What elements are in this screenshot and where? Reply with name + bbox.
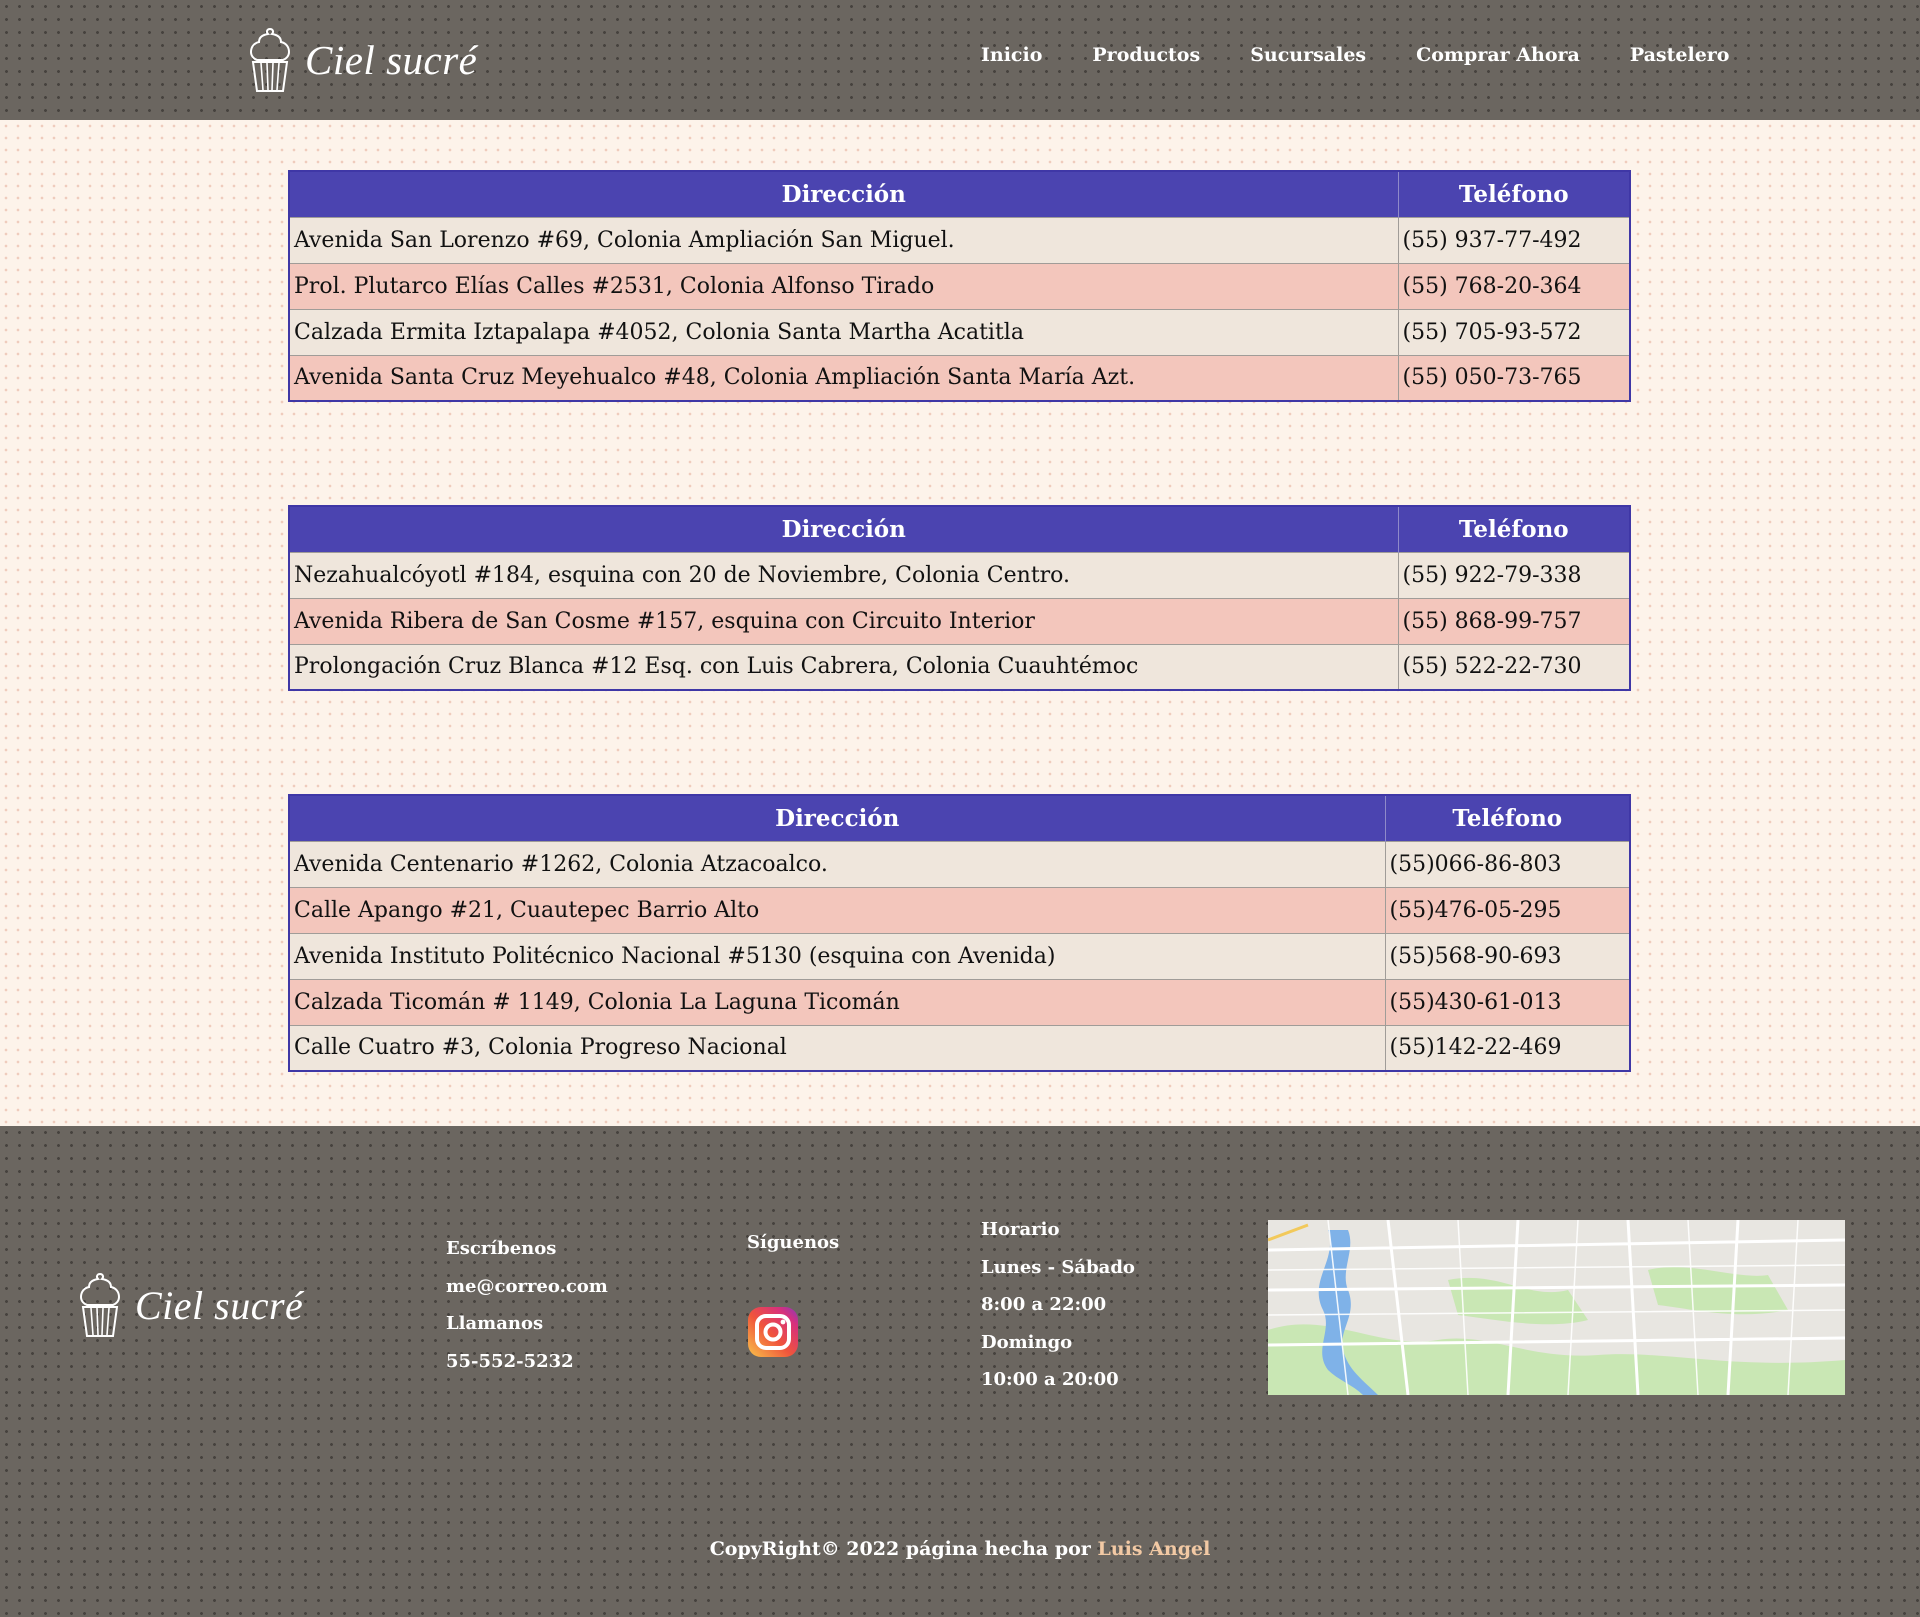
footer-hours: Horario Lunes - Sábado 8:00 a 22:00 Domi… (981, 1211, 1135, 1399)
branch-table-2: Dirección Teléfono Nezahualcóyotl #184, … (288, 505, 1631, 691)
column-header-address: Dirección (289, 506, 1399, 552)
phone-cell: (55)430-61-013 (1385, 978, 1630, 1025)
address-cell: Calzada Ticomán # 1149, Colonia La Lagun… (289, 978, 1386, 1025)
hours-sunday-label: Domingo (981, 1331, 1073, 1353)
address-cell: Avenida Centenario #1262, Colonia Atzaco… (289, 840, 1386, 887)
footer-social: Síguenos (747, 1224, 839, 1358)
table-row: Calzada Ermita Iztapalapa #4052, Colonia… (289, 308, 1630, 355)
table-row: Calle Apango #21, Cuautepec Barrio Alto … (289, 886, 1630, 933)
cupcake-icon (79, 1272, 121, 1337)
column-header-phone: Teléfono (1398, 506, 1630, 552)
address-cell: Calle Apango #21, Cuautepec Barrio Alto (289, 886, 1386, 933)
address-cell: Calle Cuatro #3, Colonia Progreso Nacion… (289, 1024, 1386, 1071)
table-row: Prol. Plutarco Elías Calles #2531, Colon… (289, 262, 1630, 309)
phone-cell: (55) 768-20-364 (1398, 262, 1630, 309)
social-title: Síguenos (747, 1232, 840, 1253)
table-row: Avenida San Lorenzo #69, Colonia Ampliac… (289, 216, 1630, 263)
table-row: Avenida Instituto Politécnico Nacional #… (289, 932, 1630, 979)
address-cell: Prol. Plutarco Elías Calles #2531, Colon… (289, 262, 1399, 309)
cupcake-icon (249, 27, 291, 92)
address-cell: Calzada Ermita Iztapalapa #4052, Colonia… (289, 308, 1399, 355)
nav-comprar-ahora[interactable]: Comprar Ahora (1416, 44, 1580, 74)
address-cell: Avenida Santa Cruz Meyehualco #48, Colon… (289, 354, 1399, 401)
branch-table-1: Dirección Teléfono Avenida San Lorenzo #… (288, 170, 1631, 402)
column-header-phone: Teléfono (1398, 171, 1630, 217)
contact-write-label: Escríbenos (446, 1238, 557, 1259)
footer-brand-logo[interactable]: Ciel sucré (75, 1270, 303, 1340)
table-row: Avenida Ribera de San Cosme #157, esquin… (289, 597, 1630, 644)
address-cell: Nezahualcóyotl #184, esquina con 20 de N… (289, 551, 1399, 598)
copyright: CopyRight© 2022 página hecha por Luis An… (0, 1538, 1920, 1560)
footer-brand-name: Ciel sucré (135, 1282, 304, 1328)
copyright-text: CopyRight© 2022 página hecha por (709, 1538, 1098, 1560)
brand-logo[interactable]: Ciel sucré (245, 24, 477, 96)
column-header-phone: Teléfono (1385, 795, 1630, 841)
instagram-icon[interactable] (747, 1306, 799, 1358)
site-header: Ciel sucré Inicio Productos Sucursales C… (0, 0, 1920, 120)
phone-cell: (55) 050-73-765 (1398, 354, 1630, 401)
contact-email-link[interactable]: me@correo.com (446, 1268, 608, 1306)
nav-productos[interactable]: Productos (1092, 44, 1200, 74)
phone-cell: (55) 922-79-338 (1398, 551, 1630, 598)
hours-weekdays-label: Lunes - Sábado (981, 1256, 1135, 1278)
table-row: Avenida Santa Cruz Meyehualco #48, Colon… (289, 354, 1630, 401)
brand-name: Ciel sucré (305, 37, 478, 83)
phone-cell: (55) 937-77-492 (1398, 216, 1630, 263)
column-header-address: Dirección (289, 795, 1386, 841)
phone-cell: (55)066-86-803 (1385, 840, 1630, 887)
table-row: Calle Cuatro #3, Colonia Progreso Nacion… (289, 1024, 1630, 1071)
branch-table-3: Dirección Teléfono Avenida Centenario #1… (288, 794, 1631, 1072)
address-cell: Avenida Instituto Politécnico Nacional #… (289, 932, 1386, 979)
address-cell: Avenida Ribera de San Cosme #157, esquin… (289, 597, 1399, 644)
nav-pastelero[interactable]: Pastelero (1630, 44, 1730, 74)
footer-contact: Escríbenos me@correo.com Llamanos 55-552… (446, 1230, 608, 1380)
map-image (1268, 1220, 1845, 1395)
author-link[interactable]: Luis Angel (1097, 1538, 1210, 1560)
location-map[interactable] (1268, 1220, 1845, 1395)
phone-cell: (55) 522-22-730 (1398, 643, 1630, 690)
table-row: Calzada Ticomán # 1149, Colonia La Lagun… (289, 978, 1630, 1025)
main-nav: Inicio Productos Sucursales Comprar Ahor… (981, 44, 1729, 74)
table-row: Prolongación Cruz Blanca #12 Esq. con Lu… (289, 643, 1630, 690)
phone-cell: (55)476-05-295 (1385, 886, 1630, 933)
phone-cell: (55) 705-93-572 (1398, 308, 1630, 355)
hours-title: Horario (981, 1219, 1060, 1240)
column-header-address: Dirección (289, 171, 1399, 217)
branches-section: Dirección Teléfono Avenida San Lorenzo #… (0, 120, 1920, 1126)
contact-call-label: Llamanos (446, 1313, 544, 1334)
table-row: Avenida Centenario #1262, Colonia Atzaco… (289, 840, 1630, 887)
address-cell: Avenida San Lorenzo #69, Colonia Ampliac… (289, 216, 1399, 263)
phone-cell: (55)568-90-693 (1385, 932, 1630, 979)
site-footer: Ciel sucré Escríbenos me@correo.com Llam… (0, 1126, 1920, 1617)
nav-inicio[interactable]: Inicio (981, 44, 1042, 74)
hours-sunday-time: 10:00 a 20:00 (981, 1369, 1119, 1390)
hours-weekdays-time: 8:00 a 22:00 (981, 1294, 1107, 1315)
table-row: Nezahualcóyotl #184, esquina con 20 de N… (289, 551, 1630, 598)
phone-cell: (55)142-22-469 (1385, 1024, 1630, 1071)
contact-phone-link[interactable]: 55-552-5232 (446, 1343, 608, 1381)
nav-sucursales[interactable]: Sucursales (1250, 44, 1366, 74)
address-cell: Prolongación Cruz Blanca #12 Esq. con Lu… (289, 643, 1399, 690)
phone-cell: (55) 868-99-757 (1398, 597, 1630, 644)
